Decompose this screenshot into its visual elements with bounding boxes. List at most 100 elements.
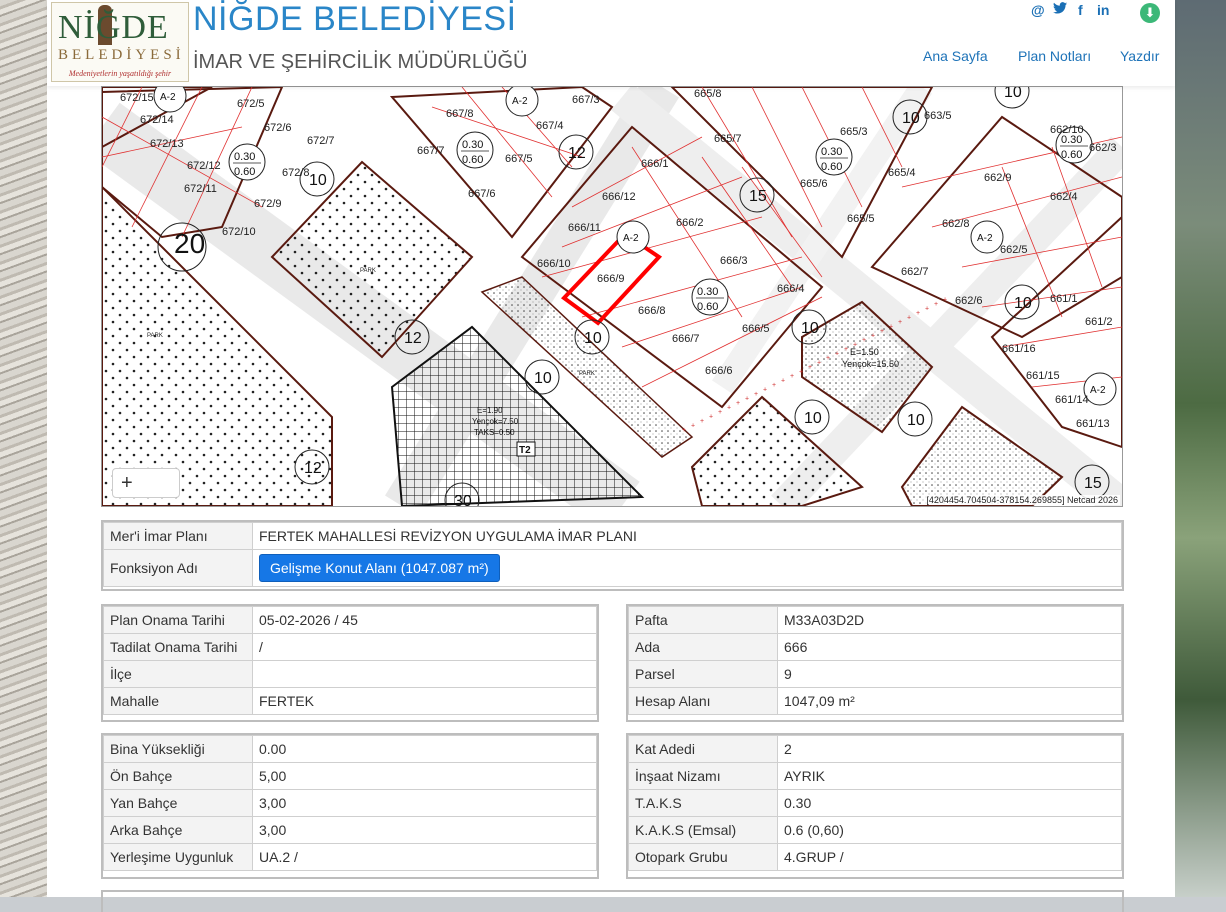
field-label: İnşaat Nizamı — [628, 762, 778, 790]
twitter-icon[interactable] — [1053, 2, 1067, 17]
parcel-label: 672/14 — [140, 114, 174, 126]
table-row: T.A.K.S 0.30 — [628, 789, 1122, 817]
parcel-label: 666/6 — [705, 365, 733, 377]
road-width-label: 12 — [404, 330, 422, 347]
email-icon[interactable]: @ — [1031, 2, 1045, 18]
field-value: 666 — [777, 633, 1122, 661]
field-value: 0.6 (0,60) — [777, 816, 1122, 844]
parcel-label: 672/6 — [264, 122, 292, 134]
boundary-cross: + — [826, 355, 830, 362]
boundary-cross: + — [781, 378, 785, 385]
density-kaks: 0.60 — [821, 161, 842, 173]
boundary-cross: + — [898, 319, 902, 326]
facility-label: Yençok=15.50 — [842, 359, 899, 369]
background-left — [0, 0, 47, 897]
right-info-box-1: Pafta M33A03D2D Ada 666 Parsel 9 Hesap Alanı 10… — [626, 604, 1124, 722]
zone-label: A-2 — [623, 233, 639, 244]
parcel-label: 666/11 — [568, 222, 601, 234]
field-label: Pafta — [628, 606, 778, 634]
left-info-box-2: Bina Yüksekliği 0.00 Ön Bahçe 5,00 Yan Bahçe… — [101, 733, 599, 879]
parcel-label: 667/4 — [536, 120, 564, 132]
field-value: 0.00 — [252, 735, 597, 763]
boundary-cross: + — [772, 382, 776, 389]
parcel-label: 661/15 — [1026, 370, 1060, 382]
parcel-label: 665/3 — [840, 126, 868, 138]
boundary-cross: + — [682, 427, 686, 434]
table-row: Kat Adedi 2 — [628, 735, 1122, 763]
boundary-cross: + — [754, 391, 758, 398]
park-label: PARK — [147, 333, 163, 339]
parcel-label: 666/4 — [777, 283, 805, 295]
park-label: PARK — [360, 268, 376, 274]
road-width-label: 12 — [304, 460, 322, 477]
field-label: T.A.K.S — [628, 789, 778, 817]
zoning-map[interactable]: 20 10 12 12 15 10 10 10 10 10 10 10 10 12 30 15 0.30 0.60… — [101, 86, 1123, 507]
nav-plan-notlari[interactable]: Plan Notları — [1018, 48, 1091, 64]
field-value: 2 — [777, 735, 1122, 763]
site-title[interactable]: NİĞDE BELEDİYESİ — [193, 0, 517, 39]
boundary-cross: + — [844, 346, 848, 353]
boundary-cross: + — [709, 414, 713, 421]
linkedin-icon[interactable]: in — [1097, 2, 1109, 18]
zone-label: A-2 — [1090, 385, 1106, 396]
road-width-label: 10 — [584, 330, 602, 347]
parcel-label: 662/3 — [1089, 142, 1117, 154]
function-button[interactable]: Gelişme Konut Alanı (1047.087 m²) — [259, 554, 500, 582]
density-taks: 0.30 — [234, 151, 255, 163]
table-row: K.A.K.S (Emsal) 0.6 (0,60) — [628, 816, 1122, 844]
logo-sub: BELEDİYESİ — [58, 47, 185, 63]
boundary-cross: + — [790, 373, 794, 380]
table-row: Yan Bahçe 3,00 — [103, 789, 597, 817]
zone-label: A-2 — [977, 233, 993, 244]
nav-yazdir[interactable]: Yazdır — [1120, 48, 1159, 64]
road-width-label: 10 — [801, 320, 819, 337]
parcel-label: 667/5 — [505, 153, 533, 165]
left-info-table-2: Bina Yüksekliği 0.00 Ön Bahçe 5,00 Yan Bahçe… — [103, 735, 597, 871]
label-meri-imar-plani: Mer'i İmar Planı — [103, 522, 253, 550]
road-width-label: 10 — [309, 172, 327, 189]
background-right — [1175, 0, 1226, 897]
table-row: Mahalle FERTEK — [103, 687, 597, 715]
parcel-label: 666/7 — [672, 333, 700, 345]
parcel-label: 665/4 — [888, 167, 916, 179]
field-label: Arka Bahçe — [103, 816, 253, 844]
boundary-cross: + — [799, 369, 803, 376]
boundary-cross: + — [763, 387, 767, 394]
parcel-label: 672/8 — [282, 167, 310, 179]
map-canvas[interactable]: 20 10 12 12 15 10 10 10 10 10 10 10 10 12 30 15 0.30 0.60… — [102, 87, 1122, 506]
zoom-in-button[interactable]: + — [112, 468, 180, 498]
municipality-logo[interactable]: NİĞDE BELEDİYESİ Medeniyetlerin yaşatıld… — [51, 2, 189, 82]
table-row: Yerleşime Uygunluk UA.2 / — [103, 843, 597, 871]
logo-slogan: Medeniyetlerin yaşatıldığı şehir — [68, 69, 172, 78]
parcel-label: 667/8 — [446, 108, 474, 120]
parcel-label: 672/13 — [150, 138, 184, 150]
field-label: Ön Bahçe — [103, 762, 253, 790]
boundary-cross: + — [736, 400, 740, 407]
facebook-icon[interactable]: f — [1078, 2, 1083, 18]
field-label: Parsel — [628, 660, 778, 688]
field-label: K.A.K.S (Emsal) — [628, 816, 778, 844]
boundary-cross: + — [907, 315, 911, 322]
facility-label: E=1.50 — [850, 347, 879, 357]
parcel-label: 662/9 — [984, 172, 1012, 184]
boundary-cross: + — [934, 301, 938, 308]
density-kaks: 0.60 — [1061, 149, 1082, 161]
parcel-label: 666/5 — [742, 323, 770, 335]
road-width-label: 30 — [454, 493, 472, 506]
field-label: Kat Adedi — [628, 735, 778, 763]
boundary-cross: + — [835, 351, 839, 358]
road-width-label: 12 — [568, 145, 586, 162]
table-row: Ada 666 — [628, 633, 1122, 661]
field-value: 0.30 — [777, 789, 1122, 817]
field-label: Yerleşime Uygunluk — [103, 843, 253, 871]
parcel-label: 662/4 — [1050, 191, 1078, 203]
nav-ana-sayfa[interactable]: Ana Sayfa — [923, 48, 988, 64]
field-value: 3,00 — [252, 789, 597, 817]
table-row: Mer'i İmar Planı FERTEK MAHALLESİ REVİZY… — [103, 522, 1122, 550]
school-label: Yençok=7.50 — [472, 417, 519, 426]
label-fonksiyon-adi: Fonksiyon Adı — [103, 549, 253, 587]
road-width-label: 10 — [1014, 295, 1032, 312]
field-value: FERTEK — [252, 687, 597, 715]
field-value: AYRIK — [777, 762, 1122, 790]
download-icon[interactable]: ⬇ — [1140, 3, 1160, 23]
